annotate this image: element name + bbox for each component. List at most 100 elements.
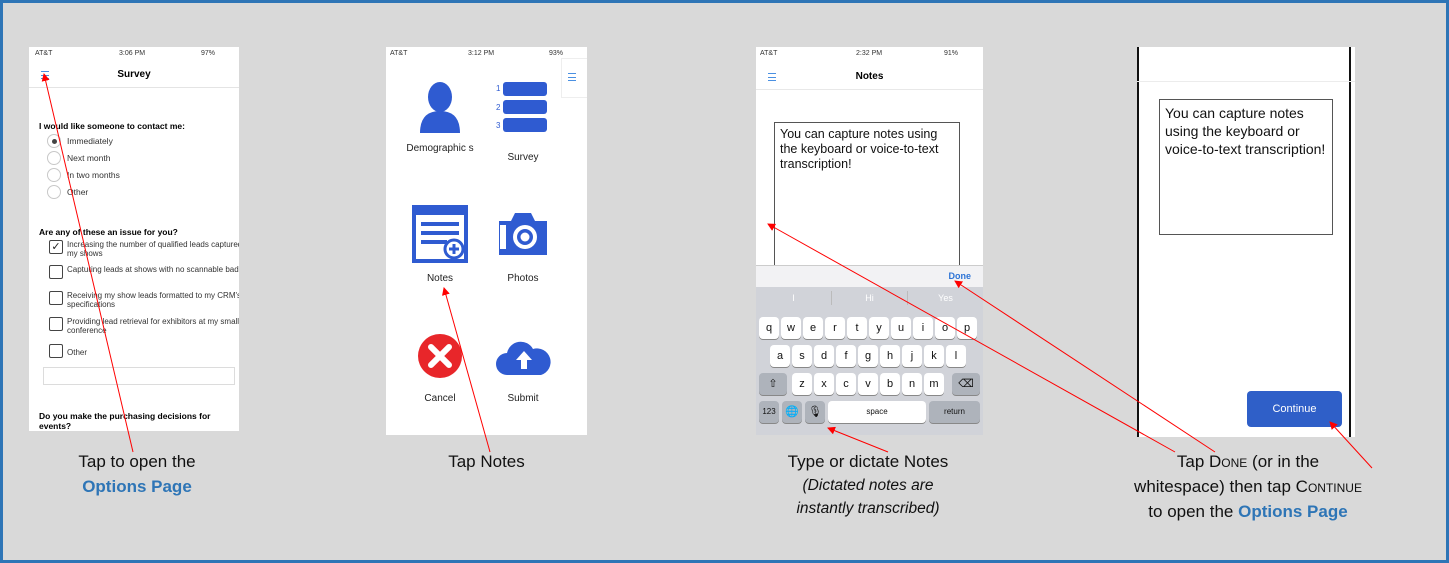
tile-cancel[interactable]: Cancel	[400, 329, 480, 419]
keyboard: I Hi Yes q w e r t y u i o p a s d f g h…	[756, 287, 983, 435]
backspace-key[interactable]: ⌫	[952, 373, 980, 395]
suggestion[interactable]: I	[756, 293, 831, 303]
shift-key[interactable]: ⇧	[759, 373, 787, 395]
continue-term: Continue	[1295, 477, 1362, 496]
tile-label: Survey	[507, 152, 539, 163]
key[interactable]: j	[902, 345, 922, 367]
checkbox-qualified-leads[interactable]: ✓	[49, 240, 63, 254]
key[interactable]: p	[957, 317, 977, 339]
caption-text: Tap	[1176, 452, 1205, 471]
key[interactable]: o	[935, 317, 955, 339]
key[interactable]: a	[770, 345, 790, 367]
notes-text: You can capture notes using the keyboard…	[1165, 105, 1326, 157]
checkbox-other[interactable]	[49, 344, 63, 358]
caption-note: (Dictated notes are	[802, 477, 934, 494]
key[interactable]: z	[792, 373, 812, 395]
key[interactable]: y	[869, 317, 889, 339]
question-purchasing: Do you make the purchasing decisions for…	[39, 411, 211, 431]
caption-type: Type or dictate Notes (Dictated notes ar…	[743, 449, 993, 520]
continue-button[interactable]: Continue	[1247, 391, 1342, 427]
time-label: 3:06 PM	[119, 50, 146, 57]
key[interactable]: d	[814, 345, 834, 367]
checkbox-label: Other	[67, 348, 88, 357]
key[interactable]: w	[781, 317, 801, 339]
hamburger-icon[interactable]	[568, 73, 576, 81]
key[interactable]: f	[836, 345, 856, 367]
key[interactable]: c	[836, 373, 856, 395]
options-page-link[interactable]: Options Page	[1238, 502, 1348, 521]
key[interactable]: q	[759, 317, 779, 339]
carrier-label: AT&T	[390, 50, 408, 57]
key[interactable]: n	[902, 373, 922, 395]
key[interactable]: k	[924, 345, 944, 367]
tile-demographics[interactable]: Demographic s	[400, 67, 480, 187]
other-text-input[interactable]	[43, 367, 235, 385]
caption-options: Tap to open the Options Page	[29, 449, 245, 499]
svg-text:2: 2	[496, 103, 501, 112]
key[interactable]: v	[858, 373, 878, 395]
checkbox-label: Increasing the number of qualified leads…	[67, 240, 239, 258]
suggestion[interactable]: Hi	[832, 293, 907, 303]
globe-icon[interactable]: 🌐	[782, 401, 802, 423]
notes-textarea[interactable]: You can capture notes using the keyboard…	[1159, 99, 1333, 235]
tile-survey[interactable]: 1 2 3 Survey	[483, 67, 563, 187]
carrier-label: AT&T	[760, 50, 778, 57]
key[interactable]: g	[858, 345, 878, 367]
key[interactable]: i	[913, 317, 933, 339]
radio-two-months[interactable]	[47, 168, 61, 182]
screen-edge	[1349, 47, 1351, 437]
time-label: 3:12 PM	[468, 50, 495, 57]
key[interactable]: m	[924, 373, 944, 395]
key[interactable]: s	[792, 345, 812, 367]
done-button[interactable]: Done	[949, 271, 972, 281]
key[interactable]: r	[825, 317, 845, 339]
page-title: Survey	[117, 69, 151, 80]
status-bar: AT&T 3:06 PM 97%	[29, 47, 239, 59]
options-screen: AT&T 3:12 PM 93% Demographic s 1 2 3 Sur…	[386, 47, 587, 435]
microphone-icon[interactable]: 🎙	[805, 401, 825, 423]
tile-notes[interactable]: Notes	[400, 199, 480, 289]
return-key[interactable]: return	[929, 401, 980, 423]
caption-done: Tap Done (or in the whitespace) then tap…	[1113, 449, 1383, 524]
cancel-x-icon	[418, 334, 462, 378]
key[interactable]: x	[814, 373, 834, 395]
key[interactable]: e	[803, 317, 823, 339]
radio-immediately[interactable]	[47, 134, 61, 148]
tile-photos[interactable]: Photos	[483, 199, 563, 289]
radio-label: Next month	[67, 153, 111, 163]
keyboard-accessory-bar: Done	[756, 265, 983, 288]
tile-submit[interactable]: Submit	[483, 329, 563, 419]
radio-next-month[interactable]	[47, 151, 61, 165]
caption-text: to open the	[1148, 502, 1234, 521]
tile-label: Photos	[507, 273, 539, 284]
person-icon	[420, 82, 460, 133]
key[interactable]: h	[880, 345, 900, 367]
checkbox-small-conference[interactable]	[49, 317, 63, 331]
battery-label: 93%	[549, 50, 564, 57]
radio-other[interactable]	[47, 185, 61, 199]
key[interactable]: l	[946, 345, 966, 367]
suggestion-bar: I Hi Yes	[756, 287, 983, 309]
notes-add-icon	[412, 205, 468, 263]
question-issues: Are any of these an issue for you?	[39, 227, 178, 237]
checkbox-crm[interactable]	[49, 291, 63, 305]
checkbox-label: Providing lead retrieval for exhibitors …	[67, 317, 239, 335]
checkbox-label: Receiving my show leads formatted to my …	[67, 291, 239, 309]
notes-textarea[interactable]: You can capture notes using the keyboard…	[774, 122, 960, 272]
key[interactable]: u	[891, 317, 911, 339]
caption-text: Type or dictate Notes	[787, 452, 949, 471]
checkbox-no-badges[interactable]	[49, 265, 63, 279]
options-page-link[interactable]: Options Page	[29, 474, 245, 499]
notes-done-screen: You can capture notes using the keyboard…	[1137, 47, 1355, 437]
suggestion[interactable]: Yes	[908, 293, 983, 303]
done-term: Done	[1209, 452, 1248, 471]
divider	[756, 89, 983, 90]
cloud-upload-icon	[496, 341, 551, 375]
carrier-label: AT&T	[35, 50, 53, 57]
key[interactable]: b	[880, 373, 900, 395]
page-title: Notes	[855, 71, 884, 82]
space-key[interactable]: space	[828, 401, 926, 423]
key[interactable]: t	[847, 317, 867, 339]
numbers-key[interactable]: 123	[759, 401, 779, 423]
radio-label: Immediately	[67, 136, 113, 146]
